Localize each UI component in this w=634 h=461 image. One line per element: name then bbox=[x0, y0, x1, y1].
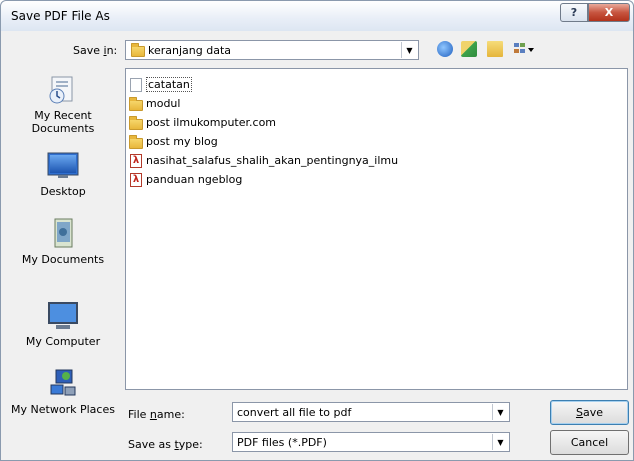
help-button[interactable]: ? bbox=[560, 3, 588, 22]
pdf-icon: λ bbox=[128, 153, 144, 169]
recent-documents-icon bbox=[46, 74, 80, 106]
document-icon bbox=[128, 77, 144, 93]
place-my-computer[interactable]: My Computer bbox=[9, 300, 117, 348]
chevron-down-icon[interactable]: ▼ bbox=[492, 434, 508, 450]
file-name-label: File name: bbox=[128, 408, 185, 421]
network-places-icon bbox=[46, 368, 80, 400]
save-in-combo[interactable]: keranjang data ▼ bbox=[125, 40, 419, 60]
desktop-icon bbox=[46, 150, 80, 182]
places-bar: My Recent Documents Desktop My Documents… bbox=[9, 68, 117, 440]
folder-icon bbox=[131, 43, 145, 57]
save-type-select[interactable]: PDF files (*.PDF) ▼ bbox=[232, 432, 510, 452]
chevron-down-icon[interactable]: ▼ bbox=[401, 42, 417, 58]
folder-icon bbox=[128, 134, 144, 150]
save-in-label: Save in: bbox=[73, 44, 118, 57]
list-item-nasihat-salafus[interactable]: λ nasihat_salafus_shalih_akan_pentingnya… bbox=[128, 152, 398, 169]
list-item-modul[interactable]: modul bbox=[128, 95, 180, 112]
list-item-post-ilmukomputer[interactable]: post ilmukomputer.com bbox=[128, 114, 276, 131]
folder-icon bbox=[128, 96, 144, 112]
back-icon[interactable] bbox=[437, 41, 453, 57]
window-title: Save PDF File As bbox=[11, 9, 110, 23]
close-icon: X bbox=[604, 6, 614, 19]
view-menu-icon[interactable] bbox=[513, 41, 535, 57]
save-type-label: Save as type: bbox=[128, 438, 203, 451]
place-my-network-places[interactable]: My Network Places bbox=[9, 368, 117, 416]
my-documents-icon bbox=[46, 218, 80, 250]
folder-icon bbox=[128, 115, 144, 131]
new-folder-icon[interactable] bbox=[487, 41, 503, 57]
my-computer-icon bbox=[46, 300, 80, 332]
chevron-down-icon[interactable]: ▼ bbox=[492, 404, 508, 420]
cancel-button[interactable]: Cancel bbox=[550, 430, 629, 455]
place-my-recent-documents[interactable]: My Recent Documents bbox=[9, 74, 117, 135]
list-item-catatan[interactable]: catatan bbox=[128, 76, 192, 93]
pdf-icon: λ bbox=[128, 172, 144, 188]
close-button[interactable]: X bbox=[588, 3, 630, 22]
up-folder-icon[interactable] bbox=[461, 41, 477, 57]
place-my-documents[interactable]: My Documents bbox=[9, 218, 117, 266]
title-bar[interactable]: Save PDF File As ? X bbox=[1, 1, 633, 31]
list-item-panduan-ngeblog[interactable]: λ panduan ngeblog bbox=[128, 171, 242, 188]
file-name-input[interactable]: convert all file to pdf ▼ bbox=[232, 402, 510, 422]
file-list[interactable]: catatan modul post ilmukomputer.com post… bbox=[125, 68, 628, 390]
save-pdf-dialog: Save PDF File As ? X Save in: keranjang … bbox=[0, 0, 634, 461]
help-icon: ? bbox=[570, 6, 578, 19]
list-item-post-my-blog[interactable]: post my blog bbox=[128, 133, 218, 150]
save-button[interactable]: Save bbox=[550, 400, 629, 425]
place-desktop[interactable]: Desktop bbox=[9, 150, 117, 198]
save-in-value: keranjang data bbox=[148, 44, 232, 57]
